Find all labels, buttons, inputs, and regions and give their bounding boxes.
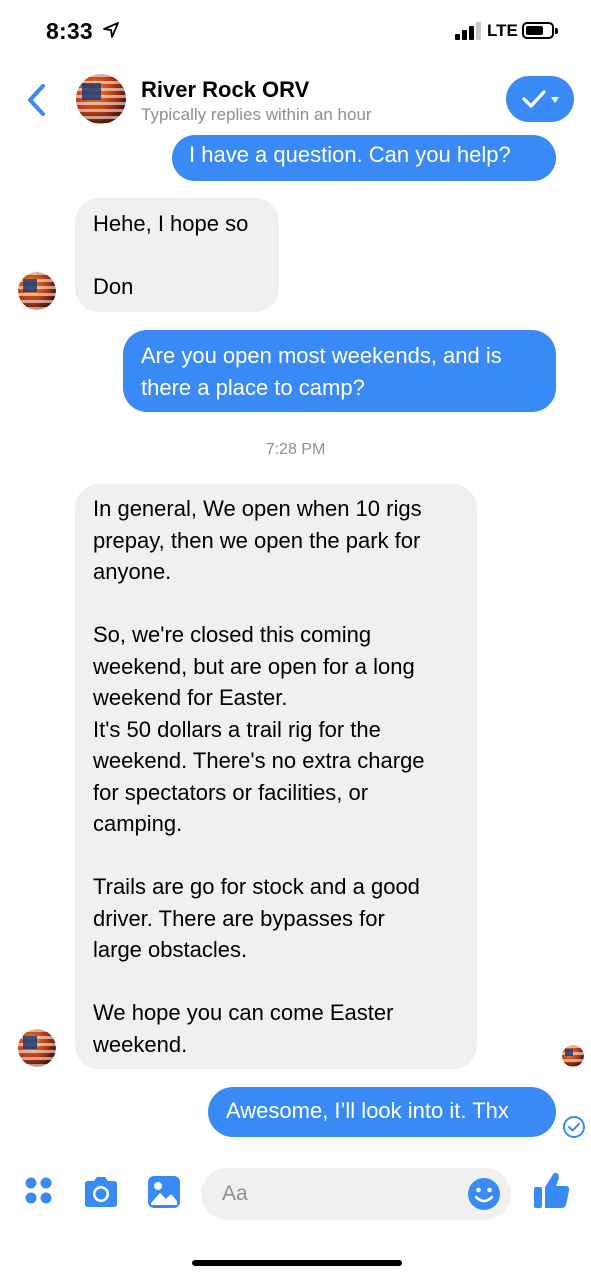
camera-icon[interactable] [82,1176,120,1208]
message-line: Hehe, I hope so [93,211,249,236]
apps-icon[interactable] [24,1176,54,1206]
dropdown-caret-icon [551,97,559,103]
message-line: there a place to camp? [141,374,365,400]
message-text: I have a question. Can you help? [189,142,511,167]
signal-icon [455,22,483,40]
thumbs-up-icon[interactable] [533,1170,571,1210]
message-input[interactable]: Aa [201,1168,511,1220]
message-bubble-incoming[interactable]: Hehe, I hope so Don [75,198,279,312]
back-chevron-icon[interactable] [22,82,52,118]
message-line: driver. There are bypasses for [93,905,385,931]
gallery-icon[interactable] [147,1175,181,1209]
sender-avatar[interactable] [18,1029,56,1067]
mark-done-button[interactable] [506,76,574,122]
sent-check-icon [563,1116,585,1138]
message-text: Awesome, I’ll look into it. Thx [226,1098,509,1123]
emoji-icon[interactable] [467,1177,501,1211]
message-composer: Aa [0,1160,591,1230]
message-line: Are you open most weekends, and is [141,343,502,368]
status-time: 8:33 [46,18,93,44]
message-line: large obstacles. [93,937,248,962]
message-line: We hope you can come Easter [93,1000,394,1025]
message-input-placeholder: Aa [222,1182,248,1205]
message-line: So, we're closed this coming [93,622,372,647]
message-line [93,240,261,272]
battery-icon [522,22,558,39]
message-line: weekend. There's no extra charge [93,748,425,773]
home-indicator[interactable] [192,1260,402,1266]
message-line [93,588,459,620]
message-line: camping. [93,811,183,836]
message-line: weekend for Easter. [93,685,288,710]
message-line: weekend, but are open for a long [93,653,415,679]
seen-receipt-avatar [562,1045,584,1067]
message-bubble-outgoing[interactable]: I have a question. Can you help? [172,135,556,181]
message-line: Trails are go for stock and a good [93,874,420,899]
network-label: LTE [487,21,518,40]
contact-name[interactable]: River Rock ORV [141,77,309,103]
message-line [93,966,459,998]
status-bar: 8:33 LTE [0,0,591,62]
message-line [93,840,459,872]
message-line: anyone. [93,559,172,584]
message-bubble-outgoing[interactable]: Awesome, I’ll look into it. Thx [208,1087,556,1137]
message-bubble-incoming[interactable]: In general, We open when 10 rigs prepay,… [75,484,477,1069]
chat-header: River Rock ORV Typically replies within … [0,62,591,142]
message-line: Don [93,274,134,299]
message-line: In general, We open when 10 rigs [93,496,422,521]
message-line: prepay, then we open the park for [93,527,421,553]
message-line: for spectators or facilities, or [93,779,369,805]
sender-avatar[interactable] [18,272,56,310]
checkmark-icon [522,90,559,108]
contact-subtitle: Typically replies within an hour [141,105,372,124]
message-timestamp: 7:28 PM [265,441,326,458]
contact-avatar[interactable] [76,74,126,124]
message-line: It's 50 dollars a trail rig for the [93,716,381,742]
location-arrow-icon [103,22,119,38]
message-bubble-outgoing[interactable]: Are you open most weekends, and is there… [123,330,556,412]
message-line: weekend. [93,1031,188,1057]
